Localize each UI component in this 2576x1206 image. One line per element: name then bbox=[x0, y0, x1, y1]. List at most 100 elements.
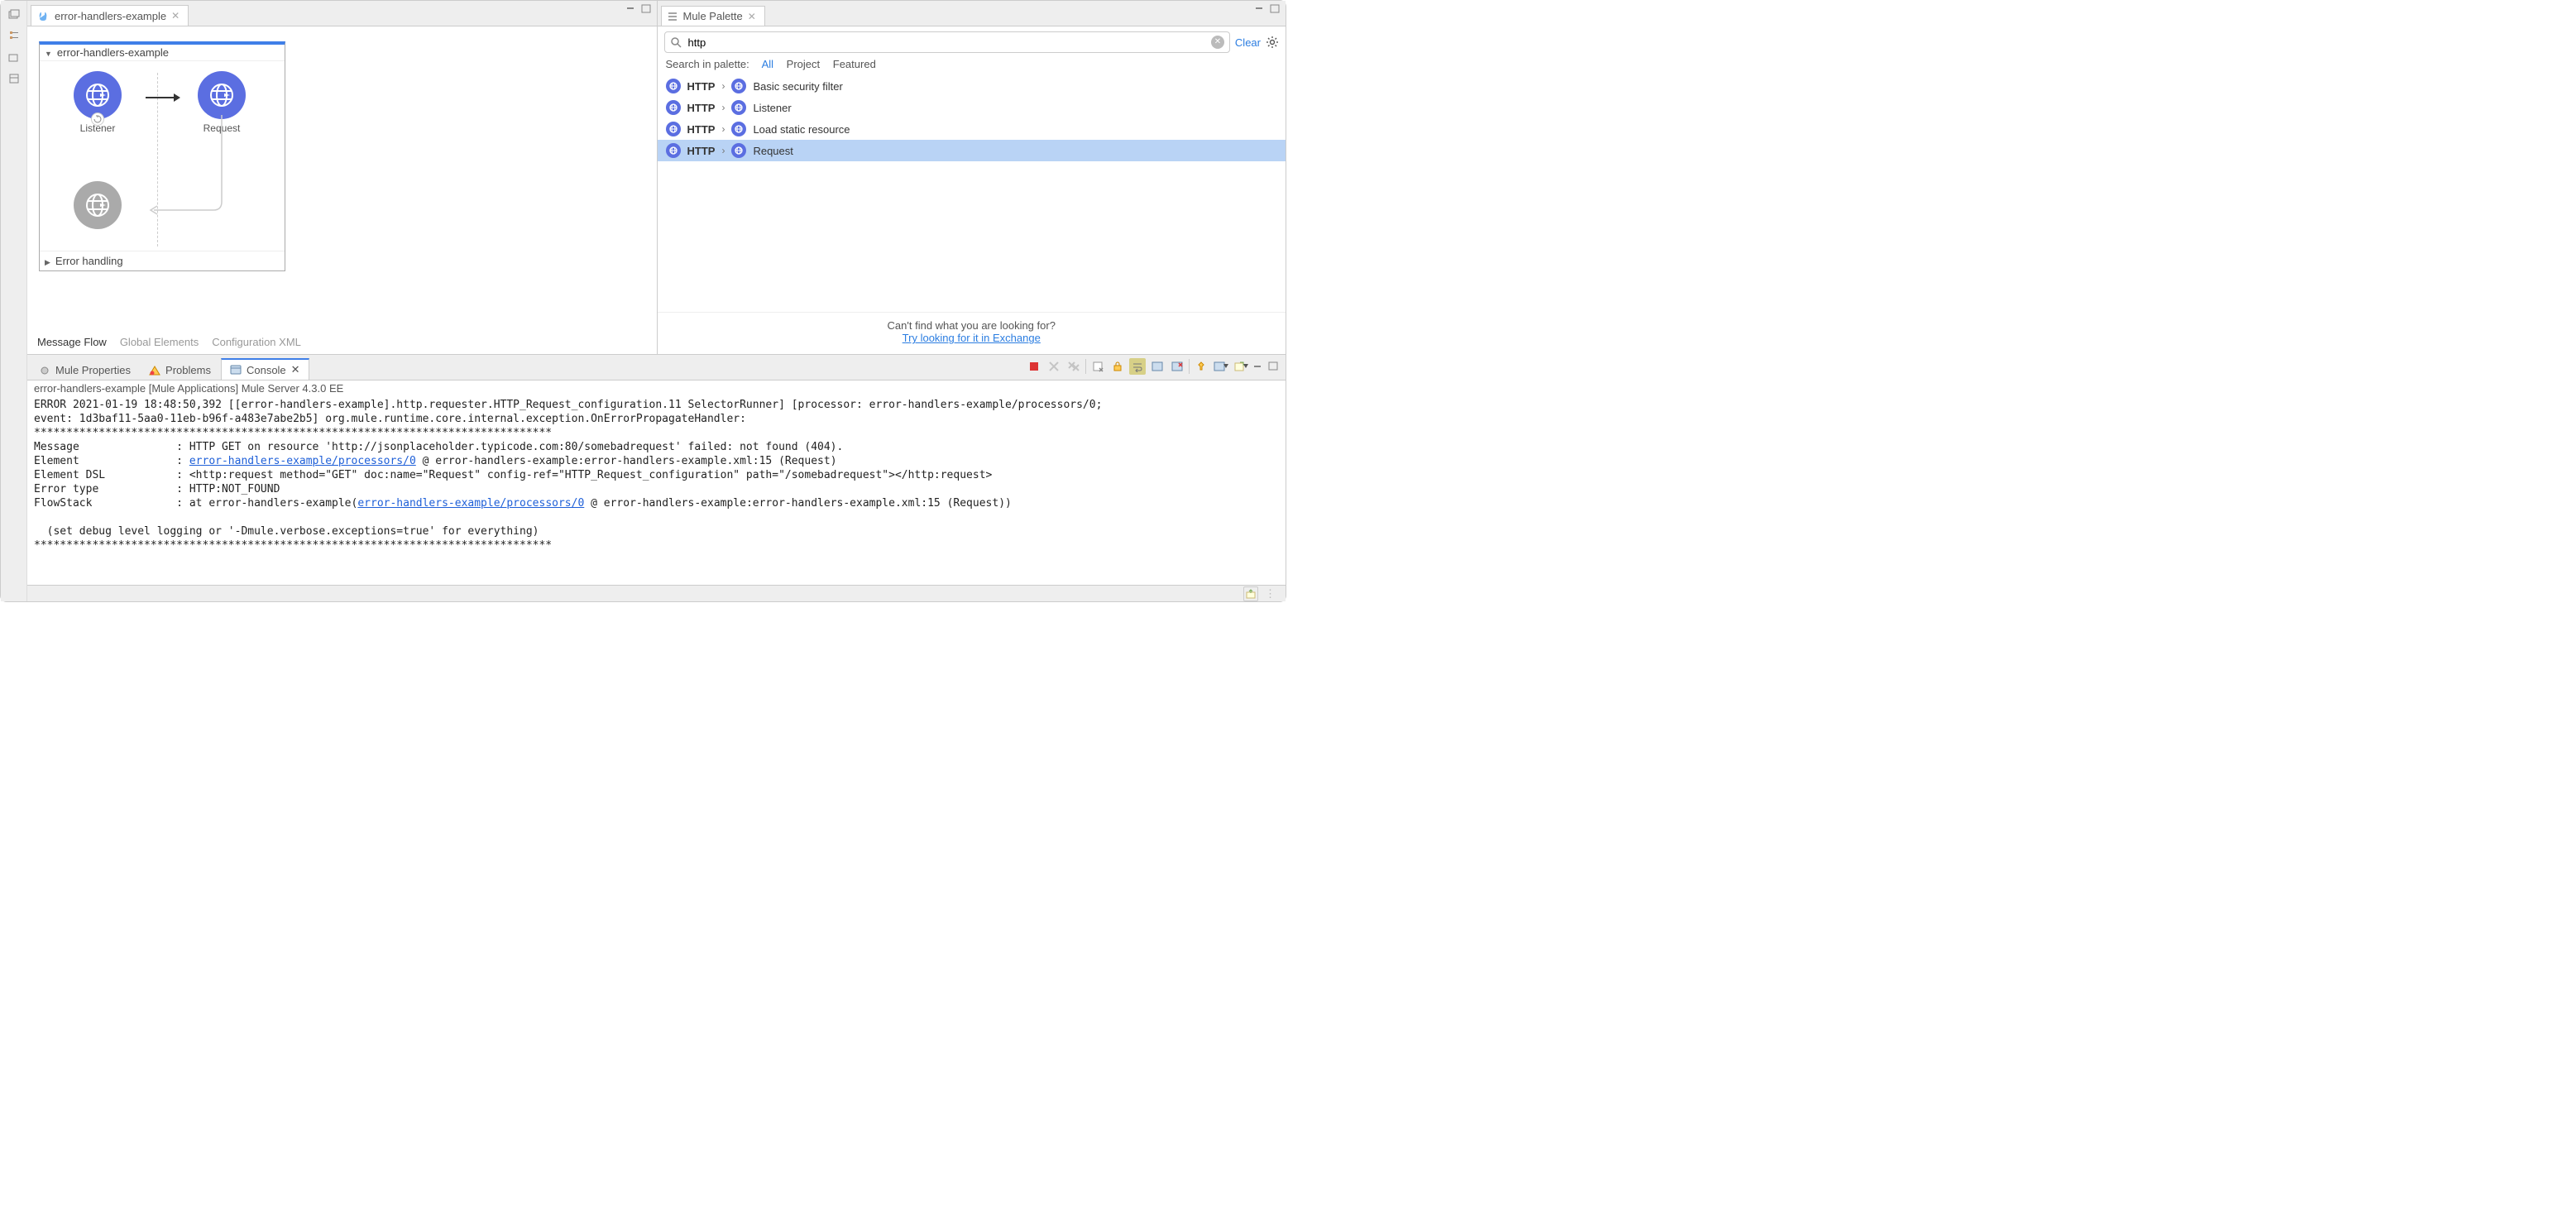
expand-icon[interactable] bbox=[45, 255, 50, 267]
tab-console[interactable]: Console ✕ bbox=[221, 358, 309, 380]
flow-container[interactable]: error-handlers-example bbox=[39, 41, 285, 271]
show-console-err-button[interactable] bbox=[1169, 358, 1185, 375]
palette-filter-row: Search in palette: All Project Featured bbox=[658, 58, 1286, 75]
remove-launch-button[interactable] bbox=[1046, 358, 1062, 375]
show-console-button[interactable] bbox=[1149, 358, 1166, 375]
component-error-target[interactable] bbox=[65, 181, 131, 229]
operation-icon bbox=[731, 100, 746, 115]
redelivery-icon bbox=[91, 112, 104, 126]
terminate-button[interactable] bbox=[1026, 358, 1042, 375]
mule-palette-pane: Mule Palette ✕ ✕ Cl bbox=[657, 1, 1286, 354]
connector-icon bbox=[666, 79, 681, 93]
clear-input-icon[interactable]: ✕ bbox=[1211, 36, 1224, 49]
filter-prefix-label: Search in palette: bbox=[666, 58, 749, 70]
maximize-icon[interactable] bbox=[1269, 4, 1281, 14]
upper-split: error-handlers-example ✕ error-handlers-… bbox=[27, 1, 1286, 355]
palette-search-input[interactable] bbox=[687, 36, 1206, 50]
scroll-lock-button[interactable] bbox=[1109, 358, 1126, 375]
exchange-link[interactable]: Try looking for it in Exchange bbox=[903, 332, 1041, 344]
filter-all[interactable]: All bbox=[762, 58, 773, 70]
chevron-right-icon: › bbox=[721, 123, 725, 135]
operation-name: Listener bbox=[753, 102, 791, 114]
maximize-icon[interactable] bbox=[1267, 361, 1279, 371]
gear-icon bbox=[39, 365, 50, 376]
minimize-icon[interactable] bbox=[625, 4, 637, 14]
tab-configuration-xml[interactable]: Configuration XML bbox=[212, 336, 301, 348]
console-title: error-handlers-example [Mule Application… bbox=[27, 380, 1286, 396]
filter-featured[interactable]: Featured bbox=[833, 58, 876, 70]
clear-button[interactable]: Clear bbox=[1235, 36, 1261, 49]
word-wrap-button[interactable] bbox=[1129, 358, 1146, 375]
display-selected-button[interactable] bbox=[1213, 358, 1229, 375]
palette-tabbar: Mule Palette ✕ bbox=[658, 1, 1286, 26]
connector-name: HTTP bbox=[687, 80, 716, 93]
operation-name: Request bbox=[753, 145, 792, 157]
globe-icon bbox=[74, 181, 122, 229]
minimize-icon[interactable] bbox=[1252, 362, 1264, 371]
connector-name: HTTP bbox=[687, 145, 716, 157]
tab-problems[interactable]: Problems bbox=[141, 359, 219, 380]
tab-global-elements[interactable]: Global Elements bbox=[120, 336, 199, 348]
console-pane: Mule Properties Problems Console ✕ bbox=[27, 355, 1286, 601]
list-icon bbox=[667, 11, 678, 22]
minimize-view-icon[interactable] bbox=[6, 49, 22, 65]
filter-project[interactable]: Project bbox=[787, 58, 820, 70]
connector-name: HTTP bbox=[687, 123, 716, 136]
palette-search-field[interactable]: ✕ bbox=[664, 31, 1230, 53]
connector-icon bbox=[666, 100, 681, 115]
palette-item[interactable]: HTTP › Listener bbox=[658, 97, 1286, 118]
operation-icon bbox=[731, 143, 746, 158]
console-link[interactable]: error-handlers-example/processors/0 bbox=[189, 455, 416, 467]
operation-icon bbox=[731, 79, 746, 93]
workbench-left-gutter bbox=[1, 1, 27, 601]
operation-name: Load static resource bbox=[753, 123, 850, 136]
chevron-right-icon: › bbox=[721, 102, 725, 113]
tab-message-flow[interactable]: Message Flow bbox=[37, 336, 107, 348]
close-icon[interactable]: ✕ bbox=[291, 363, 300, 376]
palette-list: HTTP›Basic security filterHTTP›ListenerH… bbox=[658, 75, 1286, 312]
clear-console-button[interactable] bbox=[1089, 358, 1106, 375]
connector-icon bbox=[666, 122, 681, 136]
tab-mule-properties[interactable]: Mule Properties bbox=[31, 359, 139, 380]
connector-name: HTTP bbox=[687, 102, 716, 114]
remove-all-button[interactable] bbox=[1065, 358, 1082, 375]
collapse-icon[interactable] bbox=[45, 46, 52, 59]
status-exchange-icon[interactable] bbox=[1243, 586, 1258, 601]
flow-editor-pane: error-handlers-example ✕ error-handlers-… bbox=[27, 1, 657, 354]
error-handling-section[interactable]: Error handling bbox=[40, 251, 285, 270]
console-output[interactable]: ERROR 2021-01-19 18:48:50,392 [[error-ha… bbox=[27, 396, 1286, 585]
palette-footer: Can't find what you are looking for? Try… bbox=[658, 312, 1286, 354]
palette-body: ✕ Clear Search in palette: All Project F… bbox=[658, 26, 1286, 354]
minimize-icon[interactable] bbox=[1254, 4, 1266, 14]
palette-tab[interactable]: Mule Palette ✕ bbox=[661, 6, 765, 26]
editor-bottom-tabs: Message Flow Global Elements Configurati… bbox=[27, 329, 657, 354]
palette-item[interactable]: HTTP›Basic security filter bbox=[658, 75, 1286, 97]
error-handling-label: Error handling bbox=[55, 255, 123, 267]
component-listener[interactable]: Listener bbox=[65, 71, 131, 134]
footer-text: Can't find what you are looking for? bbox=[658, 319, 1286, 332]
pin-console-button[interactable] bbox=[1193, 358, 1209, 375]
flow-title-row[interactable]: error-handlers-example bbox=[40, 45, 285, 60]
panel-view-icon[interactable] bbox=[6, 70, 22, 87]
restore-view-icon[interactable] bbox=[6, 6, 22, 22]
editor-tab[interactable]: error-handlers-example ✕ bbox=[31, 5, 189, 26]
operation-icon bbox=[731, 122, 746, 136]
editor-tabbar: error-handlers-example ✕ bbox=[27, 1, 657, 26]
maximize-icon[interactable] bbox=[640, 4, 652, 14]
status-handle-icon[interactable]: ⋮ bbox=[1265, 587, 1277, 601]
open-console-button[interactable] bbox=[1233, 358, 1249, 375]
close-icon[interactable]: ✕ bbox=[171, 11, 180, 21]
palette-item[interactable]: HTTP › Load static resource bbox=[658, 118, 1286, 140]
flow-canvas-area[interactable]: Listener bbox=[40, 60, 285, 251]
main-column: error-handlers-example ✕ error-handlers-… bbox=[27, 1, 1286, 601]
flow-canvas[interactable]: error-handlers-example bbox=[27, 26, 657, 329]
gear-icon[interactable] bbox=[1266, 36, 1279, 49]
flow-name-label: error-handlers-example bbox=[57, 46, 169, 59]
outline-view-icon[interactable] bbox=[6, 27, 22, 44]
close-icon[interactable]: ✕ bbox=[748, 12, 756, 22]
console-icon bbox=[230, 364, 242, 376]
operation-name: Basic security filter bbox=[753, 80, 842, 93]
mule-file-icon bbox=[36, 9, 50, 22]
console-link[interactable]: error-handlers-example/processors/0 bbox=[357, 497, 584, 510]
palette-item[interactable]: HTTP›Request bbox=[658, 140, 1286, 161]
